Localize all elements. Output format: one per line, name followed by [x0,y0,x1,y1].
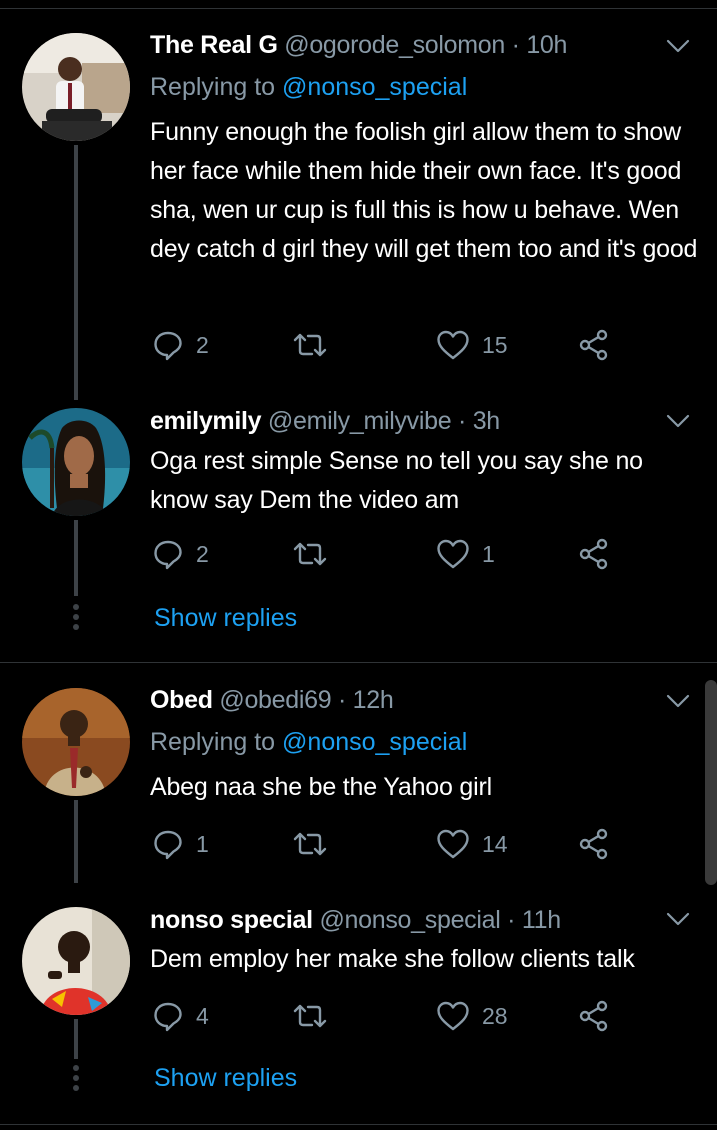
share-icon [579,1000,608,1032]
replying-label: Replying to [150,73,276,101]
tweet-header: nonso special @nonso_special · 11h [150,905,561,935]
chevron-down-icon[interactable] [666,413,690,429]
retweet-button[interactable] [292,996,340,1036]
action-bar: 4 28 [150,996,670,1036]
retweet-button[interactable] [292,534,340,574]
reply-button[interactable]: 2 [152,534,209,574]
handle[interactable]: @ogorode_solomon [284,31,505,59]
like-button[interactable]: 28 [436,996,508,1036]
tweet-text: Funny enough the foolish girl allow them… [150,118,698,263]
avatar[interactable] [22,688,130,796]
replying-to: Replying to @nonso_special [150,727,467,757]
share-button[interactable] [578,325,610,365]
action-bar: 2 1 [150,534,670,574]
retweet-button[interactable] [292,824,340,864]
tweet-header: The Real G @ogorode_solomon · 10h [150,30,567,60]
reply-icon [154,331,182,361]
bottom-divider [0,1124,717,1125]
reply-icon [154,1002,182,1032]
share-icon [579,329,608,361]
handle[interactable]: @obedi69 [219,686,331,714]
avatar[interactable] [22,408,130,516]
separator-dot: · [458,407,467,435]
action-bar: 2 15 [150,325,670,365]
avatar[interactable] [22,33,130,141]
tweet-header: emilymily @emily_milyvibe · 3h [150,406,500,436]
like-button[interactable]: 15 [436,325,508,365]
handle[interactable]: @nonso_special [319,906,500,934]
thread-line [74,1019,78,1059]
reply-count: 2 [196,540,209,567]
tweet-emilymily[interactable]: emilymily @emily_milyvibe · 3h Oga rest … [0,400,717,660]
like-button[interactable]: 1 [436,534,495,574]
reply-icon [154,540,182,570]
retweet-button[interactable] [292,325,340,365]
like-button[interactable]: 14 [436,824,508,864]
chevron-down-icon[interactable] [666,38,690,54]
heart-icon [437,330,469,360]
show-replies-link[interactable]: Show replies [154,603,297,633]
timestamp[interactable]: 12h [353,686,394,714]
retweet-icon [293,1004,327,1028]
display-name[interactable]: Obed [150,686,213,714]
heart-icon [437,1001,469,1031]
like-count: 1 [482,540,495,567]
share-icon [579,828,608,860]
share-button[interactable] [578,824,610,864]
mention-link[interactable]: @nonso_special [282,73,467,101]
tweet-the-real-g[interactable]: The Real G @ogorode_solomon · 10h Replyi… [0,0,717,400]
retweet-icon [293,832,327,856]
share-button[interactable] [578,534,610,574]
share-button[interactable] [578,996,610,1036]
chevron-down-icon[interactable] [666,693,690,709]
retweet-icon [293,542,327,566]
replying-label: Replying to [150,728,276,756]
reply-button[interactable]: 4 [152,996,209,1036]
retweet-icon [293,333,327,357]
reply-button[interactable]: 2 [152,325,209,365]
replying-to: Replying to @nonso_special [150,72,467,102]
reply-count: 2 [196,331,209,358]
heart-icon [437,829,469,859]
display-name[interactable]: nonso special [150,906,313,934]
separator-dot: · [507,906,516,934]
timestamp[interactable]: 3h [473,407,501,435]
mention-link[interactable]: @nonso_special [282,728,467,756]
thread-line [74,800,78,883]
thread-ellipsis [72,1065,80,1095]
chevron-down-icon[interactable] [666,911,690,927]
like-count: 15 [482,331,508,358]
thread-ellipsis [72,604,80,634]
tweet-obed[interactable]: Obed @obedi69 · 12h Replying to @nonso_s… [0,663,717,883]
display-name[interactable]: emilymily [150,407,262,435]
heart-icon [437,539,469,569]
like-count: 28 [482,1002,508,1029]
share-icon [579,538,608,570]
separator-dot: · [337,686,347,714]
reply-count: 1 [196,830,209,857]
reply-count: 4 [196,1002,209,1029]
reply-icon [154,830,182,860]
display-name[interactable]: The Real G [150,31,278,59]
show-replies-link[interactable]: Show replies [154,1063,297,1093]
handle[interactable]: @emily_milyvibe [268,407,452,435]
thread-line [74,145,78,400]
tweet-nonso-special[interactable]: nonso special @nonso_special · 11h Dem e… [0,883,717,1123]
avatar[interactable] [22,907,130,1015]
tweet-text: Dem employ her make she follow clients t… [150,945,635,973]
scrollbar[interactable] [705,680,717,885]
timestamp[interactable]: 10h [526,31,567,59]
separator-dot: · [511,31,520,59]
tweet-text: Oga rest simple Sense no tell you say sh… [150,447,643,514]
action-bar: 1 14 [150,824,670,864]
reply-button[interactable]: 1 [152,824,209,864]
tweet-header: Obed @obedi69 · 12h [150,685,394,715]
timestamp[interactable]: 11h [522,906,561,934]
like-count: 14 [482,830,508,857]
tweet-text: Abeg naa she be the Yahoo girl [150,773,492,801]
thread-line [74,520,78,596]
